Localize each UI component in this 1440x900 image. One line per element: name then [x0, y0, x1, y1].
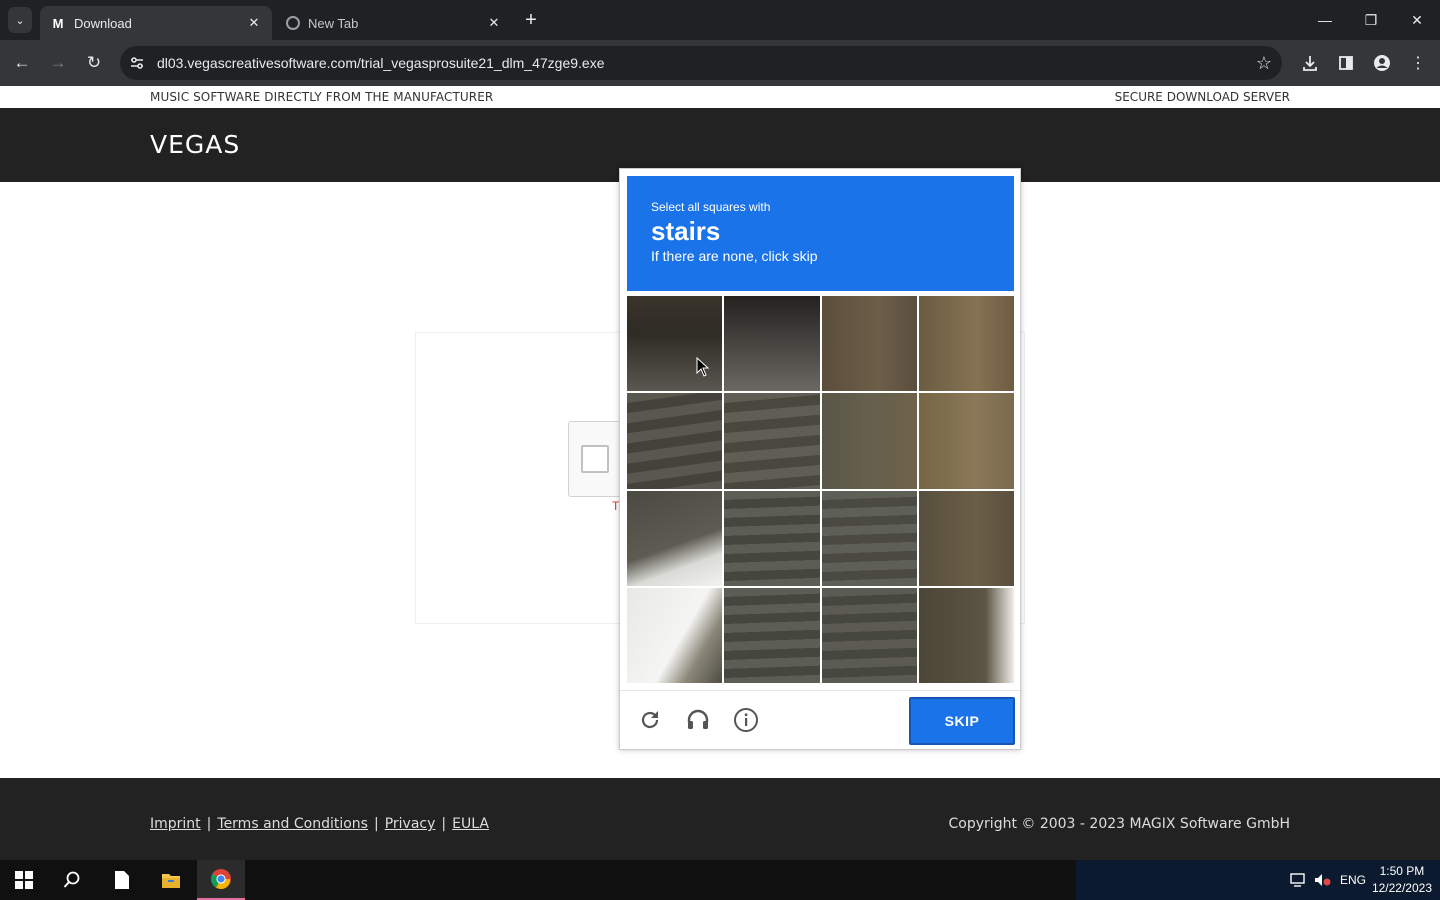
footer-link-privacy[interactable]: Privacy — [385, 816, 436, 832]
system-clock[interactable]: 1:50 PM 12/22/2023 — [1372, 863, 1432, 897]
footer-link-eula[interactable]: EULA — [452, 816, 489, 832]
challenge-footer: SKIP — [620, 690, 1020, 750]
download-icon[interactable] — [1298, 51, 1322, 75]
site-footer: Imprint | Terms and Conditions | Privacy… — [0, 778, 1440, 860]
site-info-icon[interactable] — [120, 46, 154, 80]
divider: | — [206, 816, 212, 832]
forward-icon[interactable]: → — [46, 51, 70, 75]
footer-links: Imprint | Terms and Conditions | Privacy… — [150, 816, 489, 832]
divider: | — [441, 816, 447, 832]
volume-muted-icon[interactable] — [1314, 860, 1332, 900]
tab-search-button[interactable]: ⌄ — [8, 7, 32, 33]
profile-icon[interactable] — [1370, 51, 1394, 75]
network-icon[interactable] — [1290, 860, 1308, 900]
bookmark-star-icon[interactable]: ☆ — [1246, 53, 1282, 74]
url-text[interactable]: dl03.vegascreativesoftware.com/trial_veg… — [154, 55, 1246, 71]
new-tab-button[interactable]: + — [520, 9, 542, 31]
browser-toolbar: ← → ↻ dl03.vegascreativesoftware.com/tri… — [0, 40, 1440, 86]
challenge-target: stairs — [651, 216, 721, 246]
search-icon[interactable] — [48, 860, 96, 900]
close-icon[interactable]: ✕ — [246, 15, 262, 31]
skip-button[interactable]: SKIP — [909, 697, 1015, 745]
footer-link-terms[interactable]: Terms and Conditions — [217, 816, 368, 832]
side-panel-icon[interactable] — [1334, 51, 1358, 75]
challenge-image-grid — [627, 296, 1014, 683]
grid-tile[interactable] — [918, 490, 1014, 586]
tab-new-tab[interactable]: New Tab ✕ — [276, 6, 512, 40]
grid-tile[interactable] — [821, 587, 917, 683]
challenge-header: Select all squares with stairs If there … — [627, 176, 1014, 291]
grid-tile[interactable] — [724, 393, 820, 489]
system-tray: ENG 1:50 PM 12/22/2023 — [1076, 860, 1440, 900]
copyright-text: Copyright © 2003 - 2023 MAGIX Software G… — [948, 816, 1290, 832]
tagline: MUSIC SOFTWARE DIRECTLY FROM THE MANUFAC… — [150, 90, 494, 104]
grid-tile[interactable] — [918, 587, 1014, 683]
reload-challenge-icon[interactable] — [635, 705, 665, 735]
grid-tile[interactable] — [821, 490, 917, 586]
chrome-icon — [286, 16, 300, 30]
tab-title: New Tab — [308, 15, 359, 31]
file-icon[interactable] — [98, 860, 146, 900]
minimize-icon[interactable]: — — [1310, 8, 1340, 32]
restore-icon[interactable]: ❐ — [1356, 8, 1386, 32]
tab-download[interactable]: M Download ✕ — [40, 6, 272, 40]
top-strip: MUSIC SOFTWARE DIRECTLY FROM THE MANUFAC… — [0, 86, 1440, 108]
close-icon[interactable]: ✕ — [486, 15, 502, 31]
language-indicator[interactable]: ENG — [1340, 860, 1366, 900]
magix-m-icon: M — [52, 15, 64, 31]
divider: | — [373, 816, 379, 832]
grid-tile[interactable] — [724, 587, 820, 683]
file-explorer-icon[interactable] — [147, 860, 195, 900]
grid-tile[interactable] — [627, 587, 723, 683]
grid-tile[interactable] — [724, 490, 820, 586]
reload-icon[interactable]: ↻ — [82, 51, 106, 75]
mouse-pointer-icon — [696, 357, 710, 377]
grid-tile[interactable] — [918, 393, 1014, 489]
instruction-bottom: If there are none, click skip — [651, 248, 818, 264]
grid-tile[interactable] — [821, 296, 917, 392]
clock-time: 1:50 PM — [1379, 864, 1425, 878]
chrome-taskbar-icon[interactable] — [197, 860, 245, 900]
secure-server-label: SECURE DOWNLOAD SERVER — [1114, 90, 1290, 104]
address-bar[interactable]: dl03.vegascreativesoftware.com/trial_veg… — [120, 46, 1282, 80]
info-icon[interactable] — [731, 705, 761, 735]
tab-title: Download — [74, 15, 132, 31]
footer-link-imprint[interactable]: Imprint — [150, 816, 201, 832]
captcha-challenge-popup: Select all squares with stairs If there … — [619, 168, 1021, 750]
vegas-logo[interactable]: VEGAS — [150, 130, 240, 159]
window-close-icon[interactable]: ✕ — [1402, 8, 1432, 32]
grid-tile[interactable] — [627, 393, 723, 489]
windows-start-icon[interactable] — [0, 860, 48, 900]
browser-tab-bar: ⌄ M Download ✕ New Tab ✕ + — ❐ ✕ — [0, 0, 1440, 40]
grid-tile[interactable] — [821, 393, 917, 489]
menu-kebab-icon[interactable]: ⋮ — [1406, 51, 1430, 75]
windows-taskbar: ENG 1:50 PM 12/22/2023 — [0, 860, 1440, 900]
grid-tile[interactable] — [724, 296, 820, 392]
recaptcha-checkbox[interactable] — [581, 445, 609, 473]
audio-challenge-icon[interactable] — [683, 705, 713, 735]
back-icon[interactable]: ← — [10, 51, 34, 75]
grid-tile[interactable] — [918, 296, 1014, 392]
instruction-top: Select all squares with — [651, 200, 771, 214]
clock-date: 12/22/2023 — [1371, 881, 1432, 895]
grid-tile[interactable] — [627, 490, 723, 586]
